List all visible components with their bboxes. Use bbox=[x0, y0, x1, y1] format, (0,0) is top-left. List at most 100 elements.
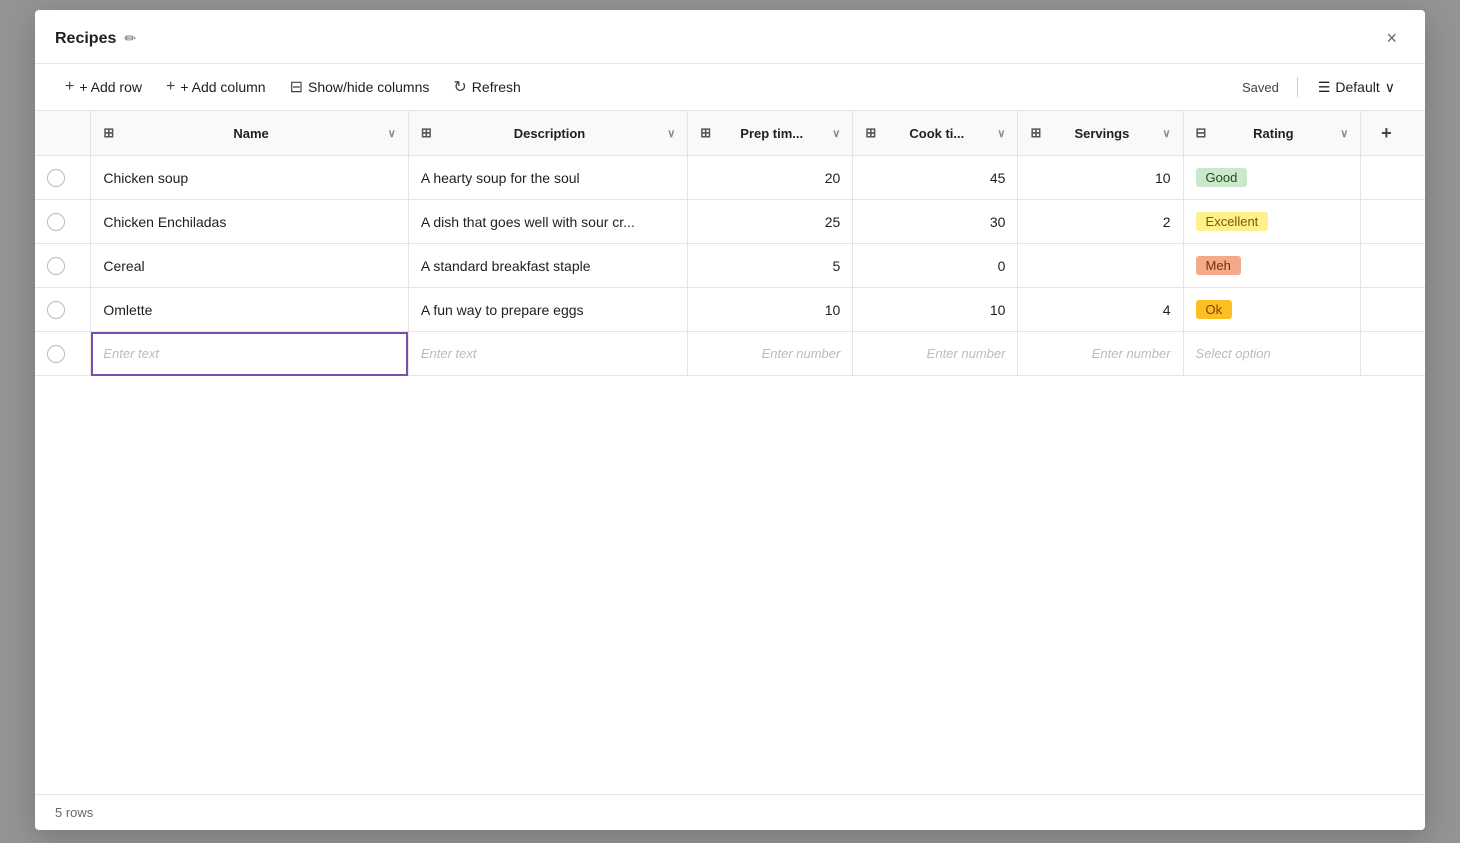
row-add-col-cell bbox=[1361, 244, 1425, 288]
serv-col-sort[interactable]: ∨ bbox=[1162, 127, 1170, 140]
row-prep-time: 20 bbox=[825, 170, 841, 186]
new-row-add-col bbox=[1361, 332, 1425, 376]
recipes-modal: Recipes ✏ × + + Add row + + Add column ⊟… bbox=[35, 10, 1425, 830]
header-cook-time[interactable]: ⊞ Cook ti... ∨ bbox=[853, 111, 1018, 156]
refresh-button[interactable]: ↻ Refresh bbox=[443, 72, 530, 102]
row-prep-time-cell[interactable]: 5 bbox=[688, 244, 853, 288]
row-cook-time: 0 bbox=[998, 258, 1006, 274]
new-row-serv-placeholder[interactable]: Enter number bbox=[1092, 346, 1171, 361]
desc-col-sort[interactable]: ∨ bbox=[667, 127, 675, 140]
refresh-label: Refresh bbox=[472, 79, 521, 95]
cook-col-sort[interactable]: ∨ bbox=[997, 127, 1005, 140]
row-servings-cell[interactable]: 10 bbox=[1018, 156, 1183, 200]
row-description: A dish that goes well with sour cr... bbox=[421, 214, 635, 230]
row-checkbox[interactable] bbox=[47, 301, 65, 319]
show-hide-button[interactable]: ⊟ Show/hide columns bbox=[280, 72, 440, 102]
add-column-plus-icon[interactable]: + bbox=[1361, 111, 1411, 155]
row-cook-time: 45 bbox=[990, 170, 1006, 186]
row-description-cell[interactable]: A hearty soup for the soul bbox=[408, 156, 687, 200]
row-cook-time-cell[interactable]: 0 bbox=[853, 244, 1018, 288]
row-description-cell[interactable]: A fun way to prepare eggs bbox=[408, 288, 687, 332]
new-row-name-cell[interactable]: Enter text bbox=[91, 332, 408, 376]
row-description-cell[interactable]: A dish that goes well with sour cr... bbox=[408, 200, 687, 244]
header-add-column[interactable]: + bbox=[1361, 111, 1425, 156]
row-rating-cell[interactable]: Excellent bbox=[1183, 200, 1361, 244]
new-row-prep-placeholder[interactable]: Enter number bbox=[762, 346, 841, 361]
edit-icon[interactable]: ✏ bbox=[124, 30, 136, 47]
header-prep-time[interactable]: ⊞ Prep tim... ∨ bbox=[688, 111, 853, 156]
row-rating-cell[interactable]: Meh bbox=[1183, 244, 1361, 288]
row-prep-time-cell[interactable]: 20 bbox=[688, 156, 853, 200]
row-prep-time-cell[interactable]: 25 bbox=[688, 200, 853, 244]
row-servings-cell[interactable] bbox=[1018, 244, 1183, 288]
row-cook-time-cell[interactable]: 45 bbox=[853, 156, 1018, 200]
rating-col-label: Rating bbox=[1211, 126, 1335, 141]
table-container: ⊞ Name ∨ ⊞ Description ∨ bbox=[35, 111, 1425, 794]
new-row-desc-placeholder[interactable]: Enter text bbox=[421, 346, 477, 361]
add-row-button[interactable]: + + Add row bbox=[55, 73, 152, 101]
cook-col-icon: ⊞ bbox=[865, 125, 876, 141]
new-row-prep-cell[interactable]: Enter number bbox=[688, 332, 853, 376]
add-column-button[interactable]: + + Add column bbox=[156, 73, 276, 101]
row-prep-time: 25 bbox=[825, 214, 841, 230]
row-servings-cell[interactable]: 2 bbox=[1018, 200, 1183, 244]
row-description: A standard breakfast staple bbox=[421, 258, 591, 274]
view-button[interactable]: ☰ Default ∨ bbox=[1308, 74, 1405, 101]
new-row-cook-cell[interactable]: Enter number bbox=[853, 332, 1018, 376]
add-column-label: + Add column bbox=[180, 79, 265, 95]
row-name-cell[interactable]: Chicken soup bbox=[91, 156, 408, 200]
row-rating-badge: Excellent bbox=[1196, 212, 1269, 231]
header-rating[interactable]: ⊟ Rating ∨ bbox=[1183, 111, 1361, 156]
row-name-cell[interactable]: Cereal bbox=[91, 244, 408, 288]
new-row-rating-placeholder[interactable]: Select option bbox=[1196, 346, 1271, 361]
prep-col-sort[interactable]: ∨ bbox=[832, 127, 840, 140]
row-servings-cell[interactable]: 4 bbox=[1018, 288, 1183, 332]
row-checkbox[interactable] bbox=[47, 213, 65, 231]
row-servings: 2 bbox=[1163, 214, 1171, 230]
new-row-cook-placeholder[interactable]: Enter number bbox=[927, 346, 1006, 361]
row-add-col-cell bbox=[1361, 200, 1425, 244]
new-row: Enter text Enter text Enter number Enter nu… bbox=[35, 332, 1425, 376]
row-name: Omlette bbox=[103, 302, 152, 318]
header-name[interactable]: ⊞ Name ∨ bbox=[91, 111, 408, 156]
row-cook-time-cell[interactable]: 30 bbox=[853, 200, 1018, 244]
row-checkbox-cell bbox=[35, 288, 91, 332]
header-description[interactable]: ⊞ Description ∨ bbox=[408, 111, 687, 156]
show-hide-label: Show/hide columns bbox=[308, 79, 429, 95]
new-row-servings-cell[interactable]: Enter number bbox=[1018, 332, 1183, 376]
rating-col-sort[interactable]: ∨ bbox=[1340, 127, 1348, 140]
row-servings: 10 bbox=[1155, 170, 1171, 186]
row-prep-time-cell[interactable]: 10 bbox=[688, 288, 853, 332]
row-rating-cell[interactable]: Good bbox=[1183, 156, 1361, 200]
row-name-cell[interactable]: Chicken Enchiladas bbox=[91, 200, 408, 244]
row-name: Chicken Enchiladas bbox=[103, 214, 226, 230]
row-rating-cell[interactable]: Ok bbox=[1183, 288, 1361, 332]
row-name: Cereal bbox=[103, 258, 144, 274]
table-row: Cereal A standard breakfast staple 5 0 Meh bbox=[35, 244, 1425, 288]
serv-col-label: Servings bbox=[1046, 126, 1157, 141]
name-col-sort[interactable]: ∨ bbox=[388, 127, 396, 140]
name-col-icon: ⊞ bbox=[103, 125, 114, 141]
row-name-cell[interactable]: Omlette bbox=[91, 288, 408, 332]
rating-col-icon: ⊟ bbox=[1196, 125, 1207, 141]
new-row-description-cell[interactable]: Enter text bbox=[408, 332, 687, 376]
row-checkbox[interactable] bbox=[47, 169, 65, 187]
new-row-rating-cell[interactable]: Select option bbox=[1183, 332, 1361, 376]
new-row-name-placeholder[interactable]: Enter text bbox=[103, 346, 159, 361]
row-checkbox[interactable] bbox=[47, 257, 65, 275]
view-list-icon: ☰ bbox=[1318, 79, 1331, 96]
row-cook-time-cell[interactable]: 10 bbox=[853, 288, 1018, 332]
saved-label: Saved bbox=[1242, 80, 1279, 95]
row-servings: 4 bbox=[1163, 302, 1171, 318]
close-button[interactable]: × bbox=[1378, 24, 1405, 53]
new-row-checkbox-cell bbox=[35, 332, 91, 376]
refresh-icon: ↻ bbox=[453, 77, 466, 97]
header-servings[interactable]: ⊞ Servings ∨ bbox=[1018, 111, 1183, 156]
row-description-cell[interactable]: A standard breakfast staple bbox=[408, 244, 687, 288]
add-row-icon: + bbox=[65, 78, 74, 96]
row-checkbox-cell bbox=[35, 156, 91, 200]
cook-col-label: Cook ti... bbox=[881, 126, 992, 141]
row-add-col-cell bbox=[1361, 288, 1425, 332]
new-row-checkbox[interactable] bbox=[47, 345, 65, 363]
row-cook-time: 30 bbox=[990, 214, 1006, 230]
